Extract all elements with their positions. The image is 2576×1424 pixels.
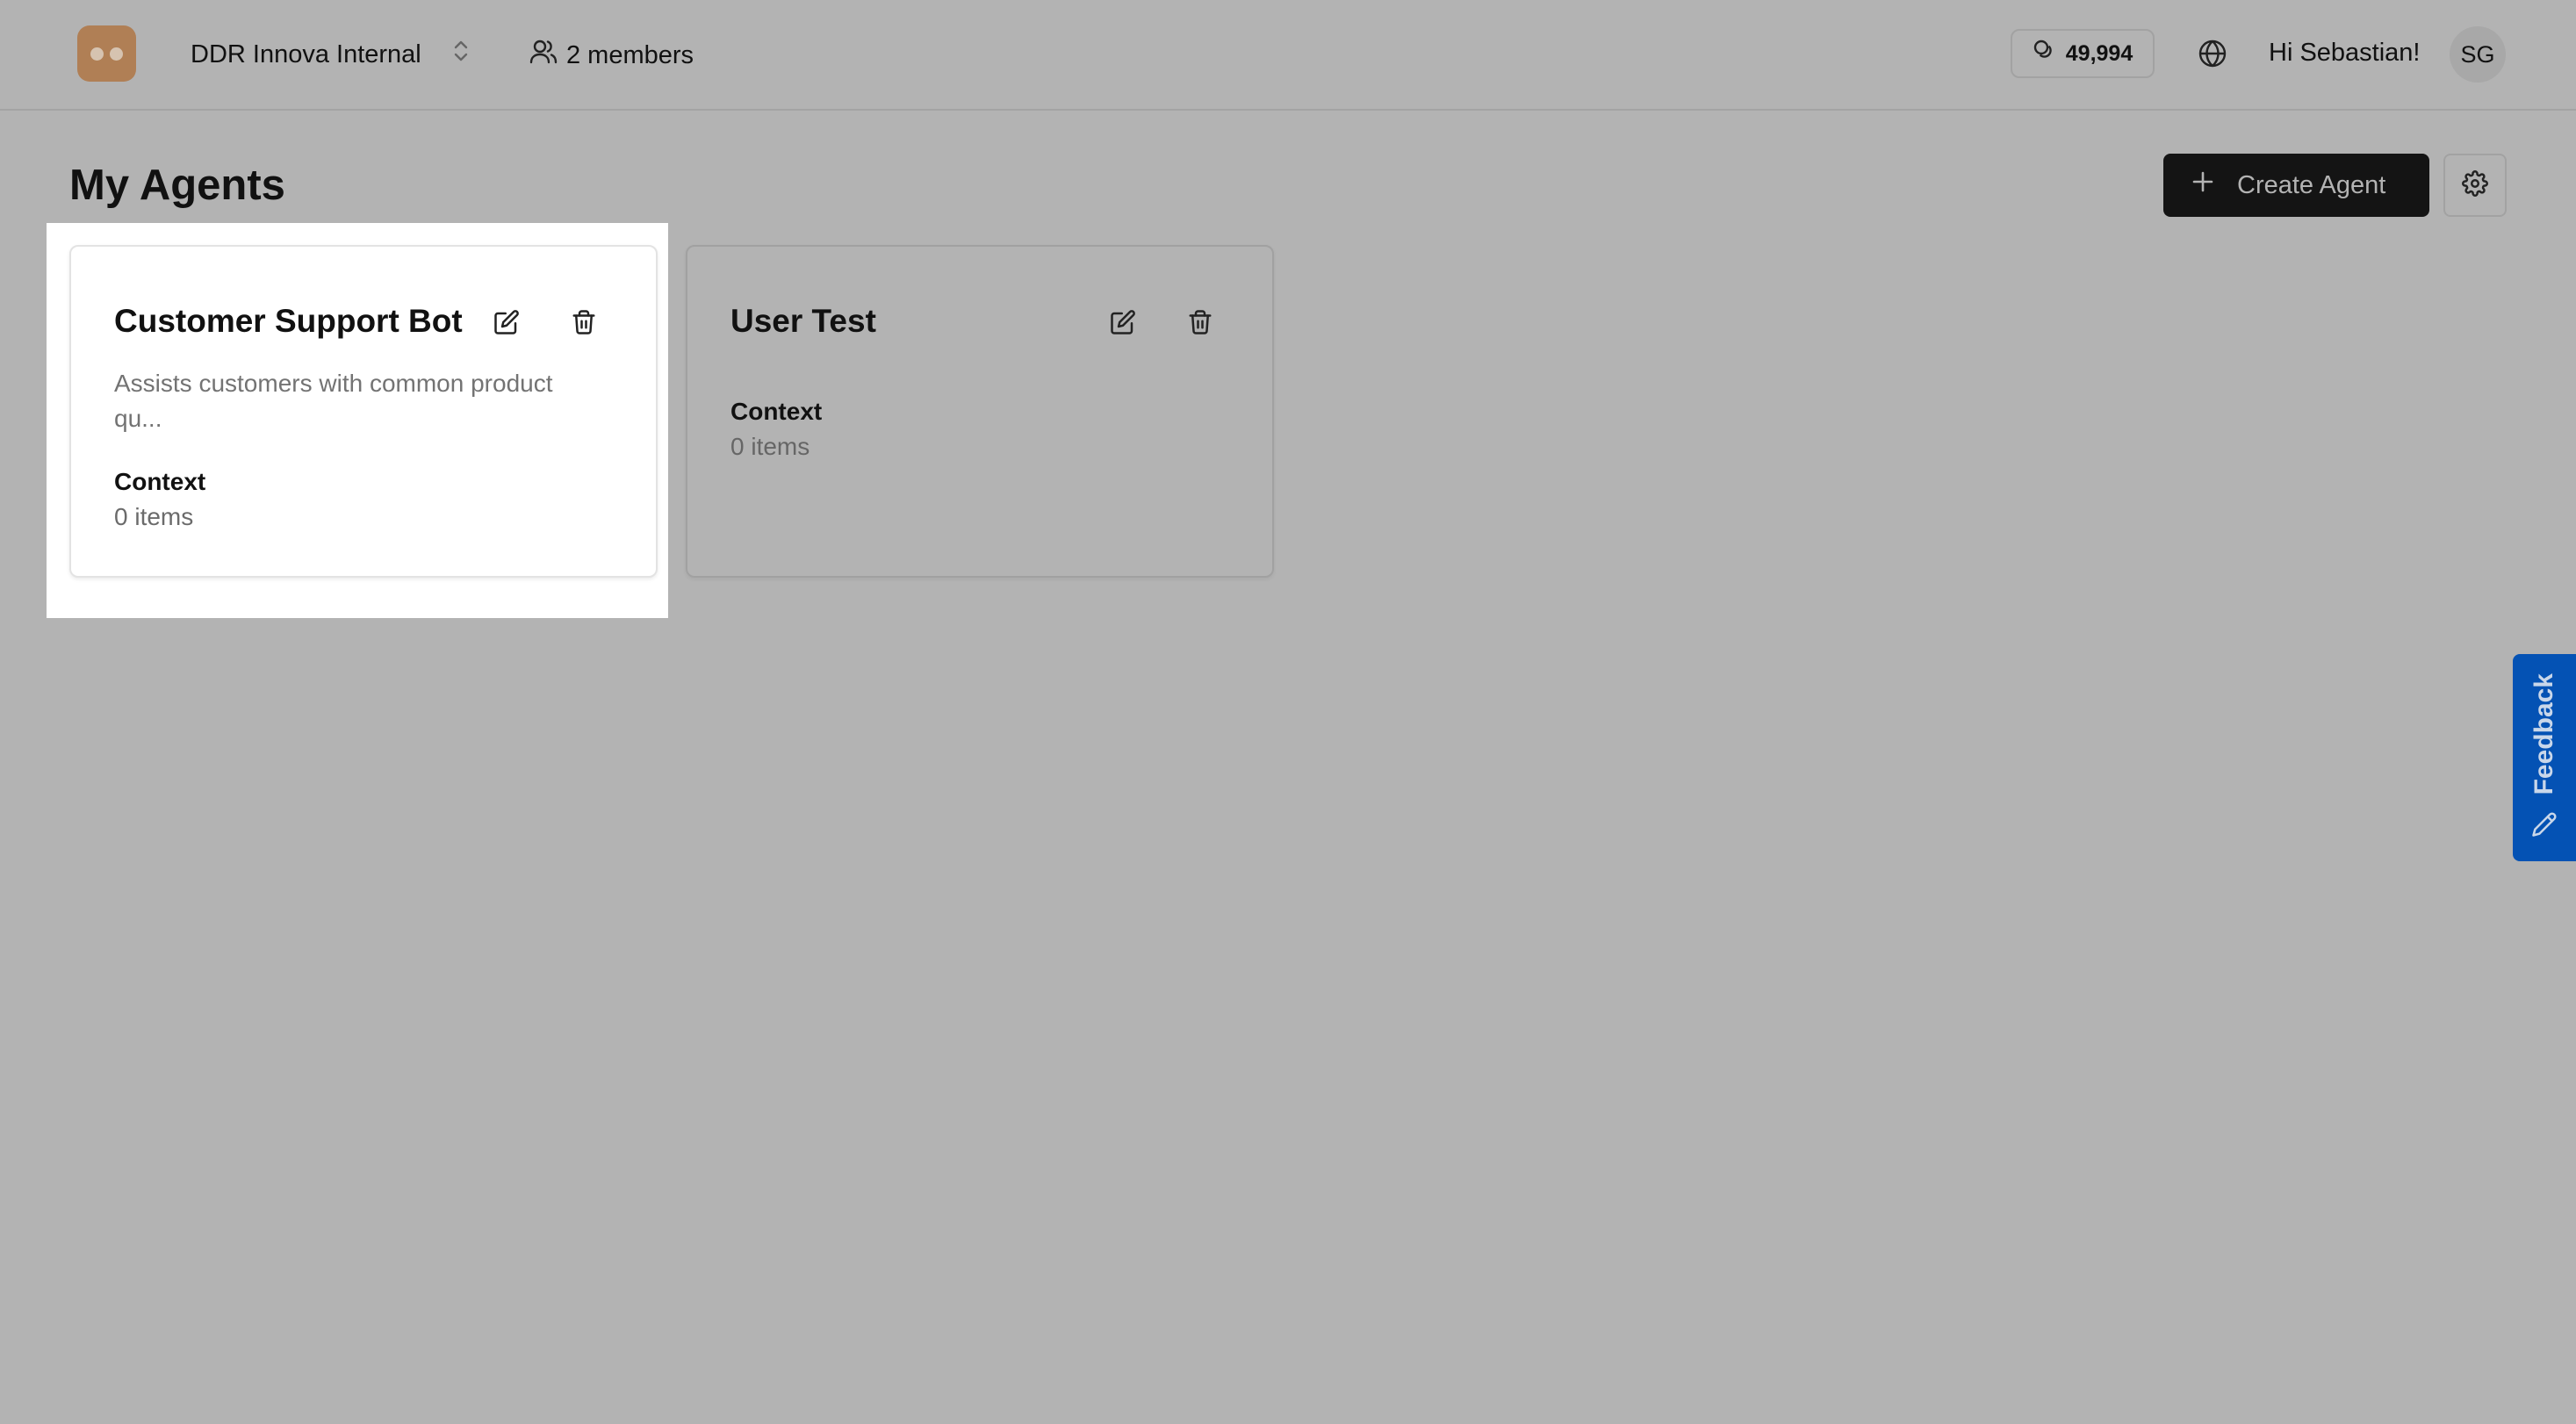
app-logo[interactable]: [77, 25, 136, 82]
edit-icon: [1111, 310, 1135, 334]
plus-icon: [2191, 170, 2214, 200]
members-button[interactable]: 2 members: [529, 39, 694, 72]
edit-agent-button[interactable]: [1107, 306, 1139, 338]
create-agent-button[interactable]: Create Agent: [2163, 154, 2429, 217]
chevron-up-down-icon: [453, 39, 469, 70]
context-label: Context: [730, 398, 823, 425]
context-count: 0 items: [730, 433, 810, 460]
agent-name: Customer Support Bot: [114, 303, 463, 339]
feedback-label: Feedback: [2529, 673, 2558, 795]
pencil-icon: [2531, 811, 2558, 842]
context-count: 0 items: [114, 503, 194, 530]
agent-card[interactable]: Customer Support Bot Assists customers w…: [69, 245, 658, 578]
agent-card[interactable]: User Test Context 0 items: [686, 245, 1274, 578]
context-label: Context: [114, 468, 206, 495]
delete-agent-button[interactable]: [1184, 306, 1216, 338]
edit-icon: [494, 310, 519, 334]
logo-dot: [110, 47, 123, 61]
globe-icon: [2198, 39, 2227, 73]
organization-switcher[interactable]: DDR Innova Internal: [191, 39, 469, 70]
trash-icon: [572, 310, 595, 334]
gear-icon: [2462, 169, 2488, 201]
coins-icon: [2033, 39, 2057, 69]
language-button[interactable]: [2195, 38, 2230, 73]
members-count: 2 members: [566, 40, 694, 69]
credits-badge[interactable]: 49,994: [2011, 29, 2155, 78]
edit-agent-button[interactable]: [491, 306, 522, 338]
users-icon: [529, 39, 558, 72]
feedback-tab[interactable]: Feedback: [2513, 654, 2576, 861]
agent-description: Assists customers with common product qu…: [114, 370, 553, 432]
top-navigation-bar: DDR Innova Internal 2 members 49,994 Hi …: [0, 0, 2576, 111]
avatar-initials: SG: [2460, 40, 2495, 68]
user-avatar[interactable]: SG: [2450, 26, 2506, 83]
logo-dot: [90, 47, 104, 61]
organization-name: DDR Innova Internal: [191, 40, 421, 68]
settings-button[interactable]: [2443, 154, 2507, 217]
credits-value: 49,994: [2065, 40, 2133, 66]
user-greeting: Hi Sebastian!: [2269, 39, 2421, 67]
create-agent-label: Create Agent: [2237, 170, 2386, 199]
page-title: My Agents: [69, 162, 285, 209]
delete-agent-button[interactable]: [568, 306, 600, 338]
agent-name: User Test: [730, 303, 876, 339]
trash-icon: [1189, 310, 1212, 334]
